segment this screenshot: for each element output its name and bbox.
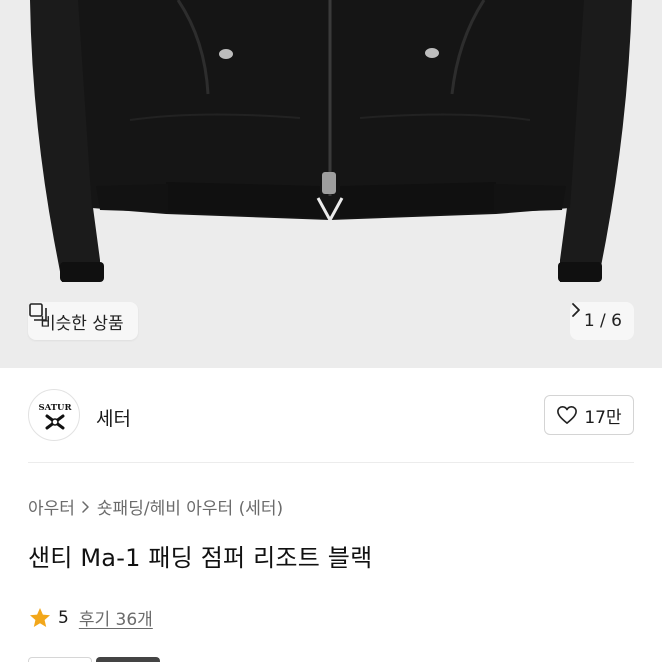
brand-logo-mark: SATUR [38,403,72,430]
similar-items-label: 비슷한 상품 [40,313,124,334]
rating-score: 5 [58,607,69,628]
similar-items-button[interactable]: 비슷한 상품 [28,302,138,340]
option-chip-selected[interactable] [96,657,160,662]
brand-logo[interactable]: SATUR [28,389,80,441]
breadcrumb-item-outer[interactable]: 아우터 [28,494,75,519]
star-icon [30,607,50,627]
like-count: 17만 [584,407,622,428]
breadcrumb-item-category[interactable]: 숏패딩/헤비 아우터 (세터) [97,494,283,519]
image-pager-button[interactable]: 1 / 6 [569,302,634,340]
brand-row: SATUR 세터 17만 [0,385,662,447]
image-pager-count: 1 / 6 [583,311,622,331]
brand-name[interactable]: 세터 [96,404,131,431]
product-image-gallery[interactable]: 비슷한 상품 1 / 6 [0,0,662,368]
like-button[interactable]: 17만 [544,395,634,435]
chevron-right-icon [82,500,89,513]
breadcrumb: 아우터 숏패딩/헤비 아우터 (세터) [28,494,283,519]
chevron-right-icon [571,303,580,317]
brand-logo-text: SATUR [38,403,72,413]
section-divider [28,462,634,463]
product-title: 샌티 Ma-1 패딩 점퍼 리조트 블랙 [28,544,373,572]
heart-outline-icon [557,406,578,424]
reviews-link[interactable]: 후기 36개 [79,605,153,630]
similar-items-icon [29,303,47,321]
product-rating: 5 후기 36개 [28,605,153,630]
option-chip[interactable] [28,657,92,662]
